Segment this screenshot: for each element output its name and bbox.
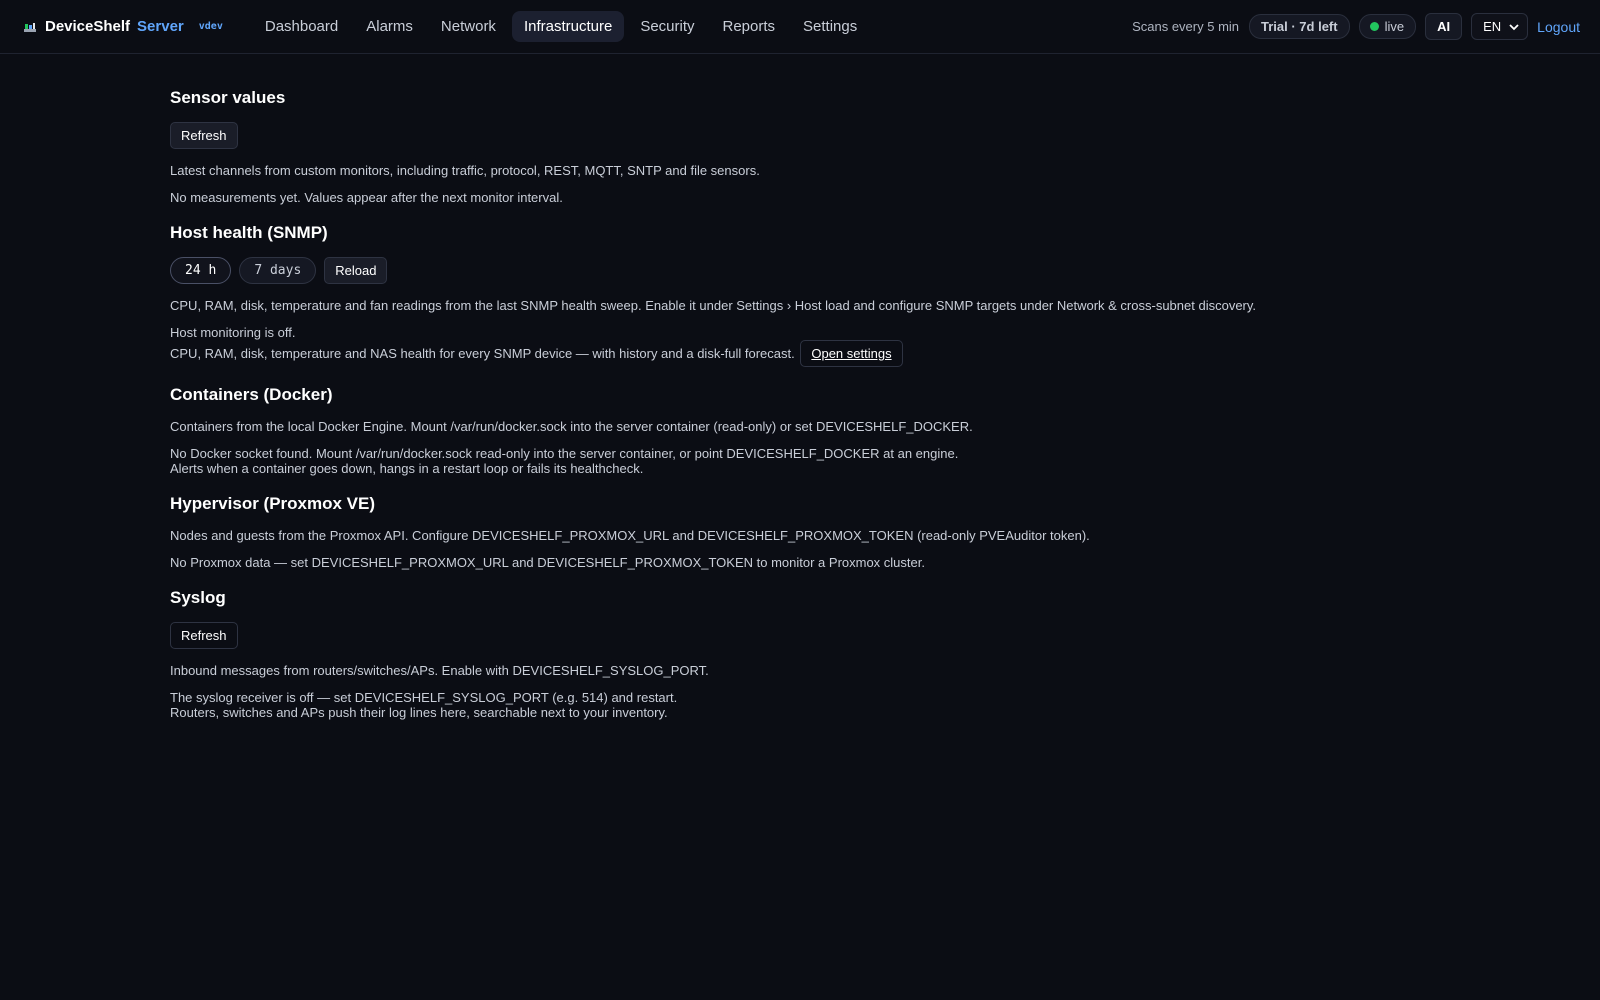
nav-alarms[interactable]: Alarms bbox=[354, 11, 425, 42]
nav-infrastructure[interactable]: Infrastructure bbox=[511, 11, 625, 42]
section-title-syslog: Syslog bbox=[170, 588, 226, 607]
nav-settings[interactable]: Settings bbox=[791, 11, 869, 42]
top-right-controls: Scans every 5 min Trial · 7d left live A… bbox=[1132, 13, 1580, 40]
section-title-hypervisor: Hypervisor (Proxmox VE) bbox=[170, 494, 376, 513]
brand-name: DeviceShelf bbox=[45, 18, 131, 35]
sensor-values-section: Sensor values Refresh Latest channels fr… bbox=[170, 88, 1430, 205]
nav-dashboard[interactable]: Dashboard bbox=[253, 11, 350, 42]
host-health-section: Host health (SNMP) 24 h 7 days Reload CP… bbox=[170, 223, 1430, 367]
syslog-description: Inbound messages from routers/switches/A… bbox=[170, 663, 709, 678]
range-7d-toggle[interactable]: 7 days bbox=[239, 257, 317, 284]
containers-empty-line2: Alerts when a container goes down, hangs… bbox=[170, 461, 644, 476]
shelf-logo-icon bbox=[22, 19, 38, 35]
version-label: vdev bbox=[198, 21, 223, 32]
nav-network[interactable]: Network bbox=[429, 11, 508, 42]
main-nav: Dashboard Alarms Network Infrastructure … bbox=[253, 11, 869, 42]
containers-empty-line1: No Docker socket found. Mount /var/run/d… bbox=[170, 446, 959, 461]
ai-button[interactable]: AI bbox=[1425, 13, 1463, 40]
hypervisor-section: Hypervisor (Proxmox VE) Nodes and guests… bbox=[170, 494, 1430, 570]
containers-section: Containers (Docker) Containers from the … bbox=[170, 385, 1430, 476]
range-24h-toggle[interactable]: 24 h bbox=[170, 257, 232, 284]
trial-badge[interactable]: Trial · 7d left bbox=[1249, 14, 1350, 39]
language-select[interactable]: EN bbox=[1471, 13, 1529, 40]
open-settings-button[interactable]: Open settings bbox=[800, 340, 903, 367]
syslog-section: Syslog Refresh Inbound messages from rou… bbox=[170, 588, 1430, 720]
nav-security[interactable]: Security bbox=[628, 11, 706, 42]
syslog-off-notice: The syslog receiver is off — set DEVICES… bbox=[170, 690, 1430, 720]
host-health-description: CPU, RAM, disk, temperature and fan read… bbox=[170, 298, 1257, 313]
logout-link[interactable]: Logout bbox=[1537, 19, 1580, 35]
host-off-line2: CPU, RAM, disk, temperature and NAS heal… bbox=[170, 340, 1430, 367]
host-reload-button[interactable]: Reload bbox=[324, 257, 388, 284]
hypervisor-description: Nodes and guests from the Proxmox API. C… bbox=[170, 528, 1090, 543]
scan-interval-text: Scans every 5 min bbox=[1132, 19, 1240, 34]
section-title-host-health: Host health (SNMP) bbox=[170, 223, 328, 242]
live-label: live bbox=[1384, 19, 1405, 34]
sensor-description: Latest channels from custom monitors, in… bbox=[170, 163, 760, 178]
section-title-sensor-values: Sensor values bbox=[170, 88, 286, 107]
nav-reports[interactable]: Reports bbox=[711, 11, 788, 42]
containers-description: Containers from the local Docker Engine.… bbox=[170, 419, 973, 434]
host-monitoring-off-notice: Host monitoring is off. CPU, RAM, disk, … bbox=[170, 325, 1430, 367]
chevron-down-icon bbox=[1509, 19, 1519, 34]
live-dot-icon bbox=[1369, 22, 1379, 31]
top-bar: DeviceShelf Server vdev Dashboard Alarms… bbox=[0, 0, 1600, 54]
syslog-off-line1: The syslog receiver is off — set DEVICES… bbox=[170, 690, 678, 705]
syslog-off-line2: Routers, switches and APs push their log… bbox=[170, 705, 668, 720]
hypervisor-empty-state: No Proxmox data — set DEVICESHELF_PROXMO… bbox=[170, 555, 925, 570]
brand[interactable]: DeviceShelf Server vdev bbox=[22, 18, 223, 35]
syslog-refresh-button[interactable]: Refresh bbox=[170, 622, 238, 649]
section-title-containers: Containers (Docker) bbox=[170, 385, 333, 404]
host-off-line1: Host monitoring is off. bbox=[170, 325, 296, 340]
brand-suffix: Server bbox=[137, 18, 184, 35]
sensor-empty-state: No measurements yet. Values appear after… bbox=[170, 190, 563, 205]
language-value: EN bbox=[1483, 19, 1502, 34]
sensor-refresh-button[interactable]: Refresh bbox=[170, 122, 238, 149]
main-content: Sensor values Refresh Latest channels fr… bbox=[170, 88, 1430, 738]
host-off-line2-text: CPU, RAM, disk, temperature and NAS heal… bbox=[170, 346, 795, 361]
live-status[interactable]: live bbox=[1358, 14, 1417, 39]
containers-empty-state: No Docker socket found. Mount /var/run/d… bbox=[170, 446, 1430, 476]
